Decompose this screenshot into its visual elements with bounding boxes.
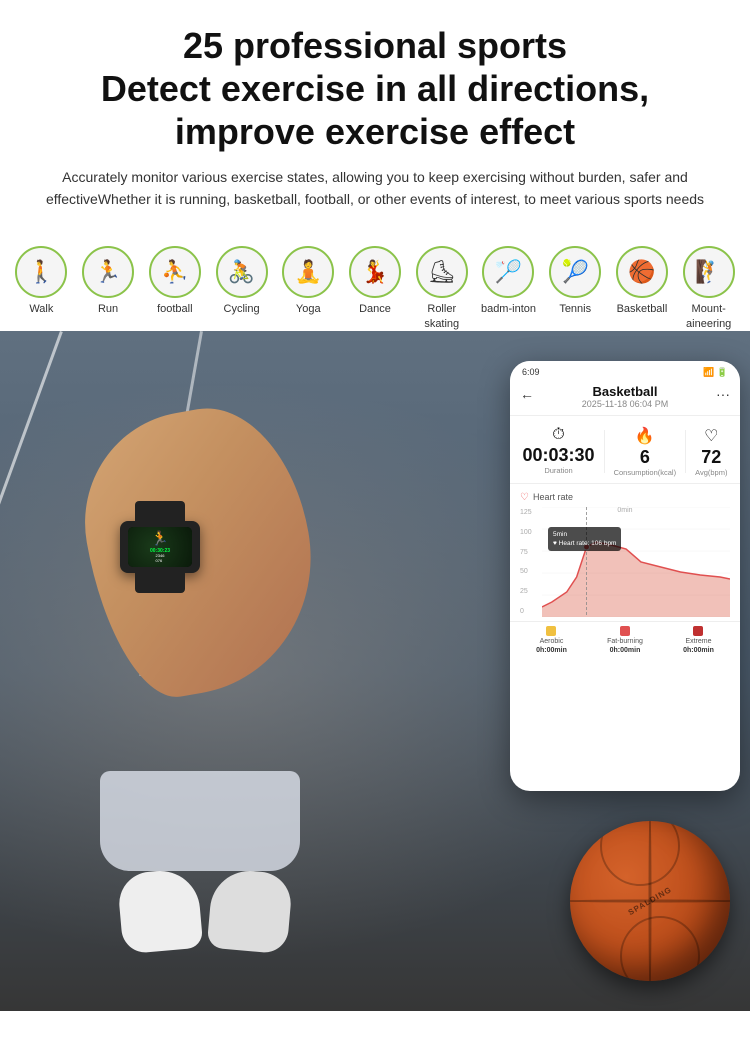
hr-icon: ♡ [695,426,727,446]
hr-value: 72 [695,448,727,466]
calories-label: Consumption(kcal) [614,468,677,477]
sport-item-mountaineering: 🧗 Mount-aineering [677,246,740,331]
calories-icon: 🔥 [614,426,677,446]
watch-runner-icon: 🏃 [151,530,168,547]
cycling-label: Cycling [224,302,260,316]
sport-item-football: ⛹ football [143,246,206,316]
heart-rate-icon: ♡ [520,492,529,503]
sport-item-badminton: 🏸 badm-inton [477,246,540,316]
shoe-right [207,868,294,955]
duration-label: Duration [523,466,595,475]
stat-heart-rate: ♡ 72 Avg(bpm) [695,426,727,477]
aerobic-name: Aerobic [540,638,564,645]
tennis-icon: 🎾 [549,246,601,298]
sport-item-yoga: 🧘 Yoga [277,246,340,316]
fat-burning-name: Fat-burning [607,638,643,645]
sports-row: 🚶 Walk 🏃 Run ⛹ football 🚴 Cycling 🧘 Yoga… [0,236,750,331]
sport-item-cycling: 🚴 Cycling [210,246,273,316]
basketball-brand: SPALDING [627,885,674,917]
mountaineering-icon: 🧗 [683,246,735,298]
aerobic-time: 0h:00min [536,647,567,654]
chart-section: ♡ Heart rate 125 100 75 50 25 0 [510,484,740,621]
football-label: football [157,302,192,316]
wrist-area: 🏃 00:30:23 2346076 [30,391,410,731]
sport-item-basketball: 🏀 Basketball [611,246,674,316]
calories-value: 6 [614,448,677,466]
football-icon: ⛹ [149,246,201,298]
stat-calories: 🔥 6 Consumption(kcal) [614,426,677,477]
sport-item-walk: 🚶 Walk [10,246,73,316]
header-section: 25 professional sports Detect exercise i… [0,0,750,236]
legend-fat-burning: Fat-burning 0h:00min [607,626,643,654]
mountaineering-label: Mount-aineering [677,302,740,331]
watch-stats: 2346076 [156,554,165,564]
phone-mockup: 6:09 📶 🔋 ← Basketball 2025-11-18 06:04 P… [510,361,740,791]
watch-screen: 🏃 00:30:23 2346076 [128,527,192,567]
stat-duration: ⏱ 00:03:30 Duration [523,426,595,477]
extreme-time: 0h:00min [683,647,714,654]
extreme-name: Extreme [685,638,711,645]
badminton-icon: 🏸 [482,246,534,298]
phone-header: ← Basketball 2025-11-18 06:04 PM ··· [510,380,740,416]
sport-item-tennis: 🎾 Tennis [544,246,607,316]
legend-extreme: Extreme 0h:00min [683,626,714,654]
walk-icon: 🚶 [15,246,67,298]
duration-value: 00:03:30 [523,446,595,464]
yoga-label: Yoga [296,302,321,316]
sport-item-roller: ⛸ Roller skating [410,246,473,331]
roller-label: Roller skating [410,302,473,331]
aerobic-dot [546,626,556,636]
sport-item-run: 🏃 Run [77,246,140,316]
dance-label: Dance [359,302,391,316]
extreme-dot [693,626,703,636]
basketball-arc-top [600,821,680,886]
tennis-label: Tennis [559,302,591,316]
fat-burning-time: 0h:00min [610,647,641,654]
yoga-icon: 🧘 [282,246,334,298]
roller-icon: ⛸ [416,246,468,298]
chart-y-labels: 125 100 75 50 25 0 [520,507,532,617]
watch-device: 🏃 00:30:23 2346076 [120,521,200,573]
phone-signal-icons: 📶 🔋 [703,367,728,378]
duration-icon: ⏱ [523,426,595,444]
bottom-scene: 🏃 00:30:23 2346076 SPALDING 6:09 📶 🔋 ← B… [0,331,750,1011]
basketball-ball: SPALDING [570,821,730,981]
heart-rate-text: Heart rate [533,492,573,502]
phone-legend: Aerobic 0h:00min Fat-burning 0h:00min Ex… [510,621,740,660]
main-title: 25 professional sports Detect exercise i… [20,24,730,154]
shoe-left [117,868,204,955]
phone-stats-row: ⏱ 00:03:30 Duration 🔥 6 Consumption(kcal… [510,416,740,484]
chart-tooltip: 5min♥ Heart rate: 106 bpm [548,527,621,551]
shorts [100,771,300,871]
walk-label: Walk [29,302,53,316]
run-icon: 🏃 [82,246,134,298]
activity-date: 2025-11-18 06:04 PM [522,399,728,409]
subtitle-text: Accurately monitor various exercise stat… [25,166,725,211]
fat-burning-dot [620,626,630,636]
phone-time: 6:09 [522,367,540,377]
activity-title: Basketball [522,384,728,399]
basketball-label: Basketball [617,302,668,316]
sport-item-dance: 💃 Dance [344,246,407,316]
more-button[interactable]: ··· [716,386,730,402]
cycling-icon: 🚴 [216,246,268,298]
basketball-arc-bottom [620,916,700,981]
hr-label: Avg(bpm) [695,468,727,477]
run-label: Run [98,302,118,316]
dance-icon: 💃 [349,246,401,298]
basketball-icon: 🏀 [616,246,668,298]
badminton-label: badm-inton [481,302,536,316]
back-button[interactable]: ← [520,386,534,402]
heart-rate-label: ♡ Heart rate [520,492,730,503]
feet-area [100,771,300,951]
chart-area: 125 100 75 50 25 0 [520,507,730,617]
legend-aerobic: Aerobic 0h:00min [536,626,567,654]
phone-status-bar: 6:09 📶 🔋 [510,361,740,380]
heart-rate-chart [542,507,730,617]
